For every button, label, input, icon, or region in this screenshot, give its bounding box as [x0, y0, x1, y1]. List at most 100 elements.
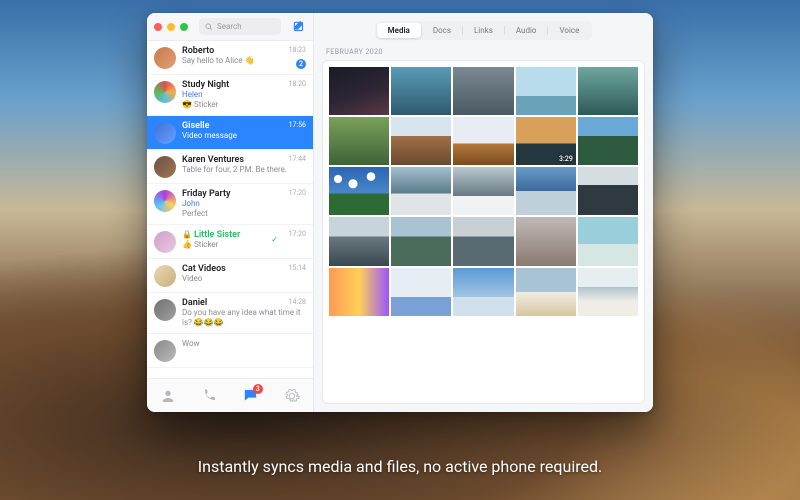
media-tab-links[interactable]: Links: [463, 23, 504, 38]
avatar: [154, 156, 176, 178]
tab-chats[interactable]: 3: [241, 386, 261, 406]
tab-contacts[interactable]: [158, 386, 178, 406]
promo-caption: Instantly syncs media and files, no acti…: [0, 457, 800, 476]
chat-item[interactable]: Wow: [147, 334, 313, 368]
media-tab-voice[interactable]: Voice: [548, 23, 590, 38]
content-pane: MediaDocsLinksAudioVoice FEBRUARY 2020 3…: [314, 13, 653, 412]
media-tab-audio[interactable]: Audio: [505, 23, 548, 38]
chat-item[interactable]: Friday PartyJohnPerfect17:20: [147, 184, 313, 225]
chat-item[interactable]: RobertoSay hello to Alice 👋 18:23 2: [147, 41, 313, 75]
media-thumbnail[interactable]: [329, 117, 389, 165]
media-thumbnail[interactable]: [453, 268, 513, 316]
chat-name: Giselle: [182, 121, 306, 131]
chat-item[interactable]: GiselleVideo message 17:56: [147, 116, 313, 150]
chat-preview: Table for four, 2 PM. Be there.: [182, 165, 306, 175]
sidebar: Search RobertoSay hello to Alice 👋 18:23 2…: [147, 13, 314, 412]
media-thumbnail[interactable]: [391, 268, 451, 316]
read-check-icon: ✓: [271, 235, 278, 244]
chat-time: 17:20: [289, 189, 306, 197]
chat-name: Karen Ventures: [182, 155, 306, 165]
avatar: [154, 47, 176, 69]
chat-preview: Video message: [182, 131, 306, 141]
window-zoom-button[interactable]: [180, 23, 188, 31]
chat-time: 17:56: [289, 121, 306, 129]
media-thumbnail[interactable]: [516, 167, 576, 215]
media-thumbnail[interactable]: [391, 67, 451, 115]
media-thumbnail[interactable]: [391, 167, 451, 215]
chat-preview: Wow: [182, 339, 306, 349]
media-thumbnail[interactable]: [329, 167, 389, 215]
media-thumbnail[interactable]: [453, 67, 513, 115]
avatar: [154, 190, 176, 212]
avatar: [154, 81, 176, 103]
media-thumbnail[interactable]: [391, 217, 451, 265]
chats-unread-badge: 3: [253, 384, 263, 394]
chat-preview: Say hello to Alice 👋: [182, 56, 306, 66]
chat-item[interactable]: 🔒Little Sister👍 Sticker ✓17:20: [147, 225, 313, 259]
chat-time: 18:20: [289, 80, 306, 88]
compose-button[interactable]: [292, 20, 306, 34]
media-thumbnail[interactable]: [329, 268, 389, 316]
media-grid: 3:29: [329, 67, 638, 316]
media-thumbnail[interactable]: [578, 217, 638, 265]
avatar: [154, 299, 176, 321]
chat-list[interactable]: RobertoSay hello to Alice 👋 18:23 2 Study N…: [147, 41, 313, 378]
media-thumbnail[interactable]: [453, 167, 513, 215]
chat-preview: Helen😎 Sticker: [182, 90, 306, 110]
desktop-wallpaper: Search RobertoSay hello to Alice 👋 18:23 2…: [0, 0, 800, 500]
chat-name: Daniel: [182, 298, 306, 308]
chat-time: 14:28: [289, 298, 306, 306]
media-thumbnail[interactable]: [453, 217, 513, 265]
media-thumbnail[interactable]: [578, 268, 638, 316]
media-thumbnail[interactable]: [329, 67, 389, 115]
media-thumbnail[interactable]: [391, 117, 451, 165]
chat-name: Study Night: [182, 80, 306, 90]
media-thumbnail[interactable]: 3:29: [516, 117, 576, 165]
titlebar: Search: [147, 13, 313, 41]
media-grid-container: 3:29: [322, 60, 645, 404]
chat-item[interactable]: Karen VenturesTable for four, 2 PM. Be t…: [147, 150, 313, 184]
lock-icon: 🔒: [182, 230, 192, 239]
media-thumbnail[interactable]: [329, 217, 389, 265]
chat-preview: Do you have any idea what time it is? 😂😂…: [182, 308, 306, 328]
media-thumbnail[interactable]: [578, 167, 638, 215]
tab-calls[interactable]: [199, 386, 219, 406]
chat-time: 15:14: [289, 264, 306, 272]
media-thumbnail[interactable]: [516, 268, 576, 316]
video-duration: 3:29: [559, 155, 573, 163]
chat-item[interactable]: DanielDo you have any idea what time it …: [147, 293, 313, 334]
chat-preview: Video: [182, 274, 306, 284]
media-thumbnail[interactable]: [578, 117, 638, 165]
chat-name: Cat Videos: [182, 264, 306, 274]
tab-settings[interactable]: [282, 386, 302, 406]
chat-item[interactable]: Study NightHelen😎 Sticker 18:20: [147, 75, 313, 116]
app-window: Search RobertoSay hello to Alice 👋 18:23 2…: [147, 13, 653, 412]
search-input[interactable]: Search: [199, 18, 281, 35]
avatar: [154, 340, 176, 362]
chat-preview: JohnPerfect: [182, 199, 306, 219]
bottom-tab-bar: 3: [147, 378, 313, 412]
media-thumbnail[interactable]: [516, 217, 576, 265]
window-close-button[interactable]: [154, 23, 162, 31]
media-thumbnail[interactable]: [453, 117, 513, 165]
chat-time: 17:44: [289, 155, 306, 163]
chat-time: 18:23: [289, 46, 306, 54]
window-minimize-button[interactable]: [167, 23, 175, 31]
media-tab-docs[interactable]: Docs: [422, 23, 462, 38]
chat-preview: 👍 Sticker: [182, 240, 306, 250]
avatar: [154, 122, 176, 144]
avatar: [154, 265, 176, 287]
chat-item[interactable]: Cat VideosVideo 15:14: [147, 259, 313, 293]
media-tab-media[interactable]: Media: [377, 23, 421, 38]
media-type-tabs: MediaDocsLinksAudioVoice: [314, 13, 653, 46]
media-thumbnail[interactable]: [516, 67, 576, 115]
chat-name: 🔒Little Sister: [182, 230, 306, 240]
media-thumbnail[interactable]: [578, 67, 638, 115]
chat-name: Roberto: [182, 46, 306, 56]
avatar: [154, 231, 176, 253]
search-icon: [205, 23, 213, 31]
unread-badge: 2: [296, 59, 306, 69]
chat-time: ✓17:20: [289, 230, 306, 238]
search-placeholder: Search: [217, 22, 242, 31]
media-date-header: FEBRUARY 2020: [314, 46, 653, 60]
